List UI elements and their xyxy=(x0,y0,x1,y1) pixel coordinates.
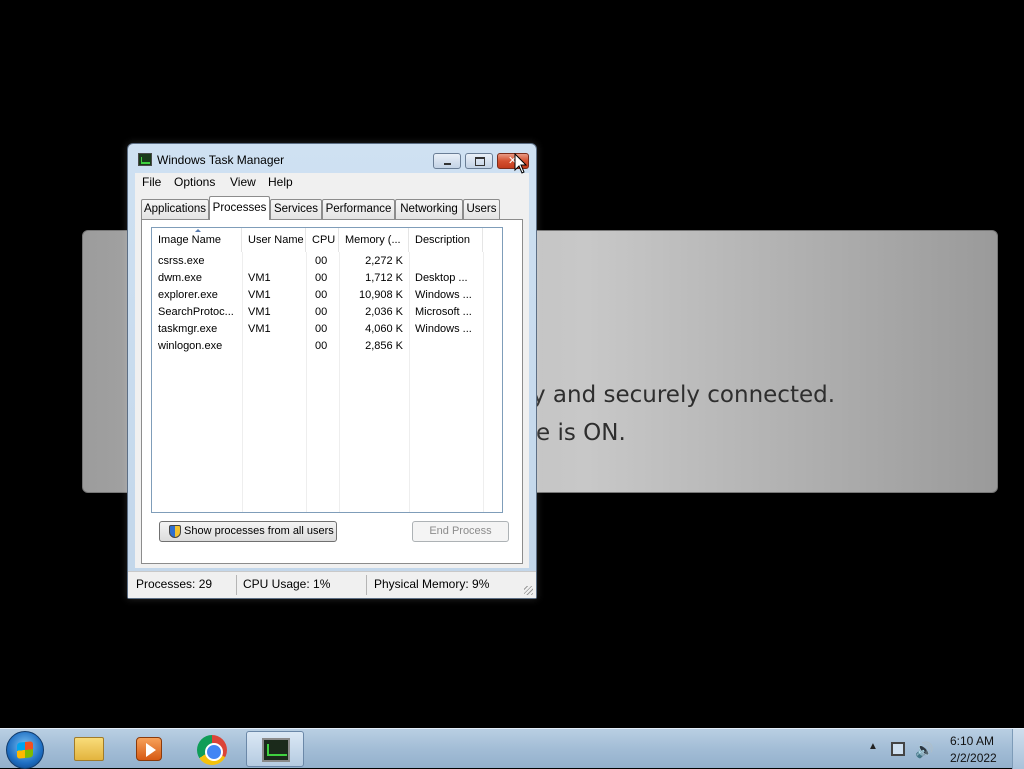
clock-time[interactable]: 6:10 AM xyxy=(950,734,994,748)
process-row[interactable]: explorer.exe VM1 00 10,908 K Windows ... xyxy=(152,287,502,304)
column-description[interactable]: Description xyxy=(409,228,483,252)
start-button[interactable] xyxy=(6,731,44,769)
menu-file[interactable]: File xyxy=(142,175,161,189)
taskbar-media-player[interactable] xyxy=(120,731,178,767)
cell-user-name: VM1 xyxy=(248,289,271,301)
status-cpu-usage: CPU Usage: 1% xyxy=(243,577,331,591)
cell-image-name: explorer.exe xyxy=(158,289,218,301)
sort-ascending-icon xyxy=(195,229,201,232)
process-row[interactable]: csrss.exe 00 2,272 K xyxy=(152,253,502,270)
cell-user-name: VM1 xyxy=(248,323,271,335)
column-user-name[interactable]: User Name xyxy=(242,228,306,252)
cell-user-name: VM1 xyxy=(248,272,271,284)
mouse-cursor-icon xyxy=(514,153,528,174)
column-cpu[interactable]: CPU xyxy=(306,228,339,252)
cell-cpu: 00 xyxy=(315,255,328,267)
menu-help[interactable]: Help xyxy=(268,175,293,189)
cell-cpu: 00 xyxy=(315,272,328,284)
cell-description: Microsoft ... xyxy=(415,306,472,318)
cell-cpu: 00 xyxy=(315,323,328,335)
network-icon[interactable] xyxy=(891,742,905,756)
cell-cpu: 00 xyxy=(315,289,328,301)
show-all-users-label: Show processes from all users xyxy=(184,525,334,537)
uac-shield-icon xyxy=(169,525,181,538)
process-row[interactable]: SearchProtoc... VM1 00 2,036 K Microsoft… xyxy=(152,304,502,321)
menu-options[interactable]: Options xyxy=(174,175,215,189)
title-bar[interactable]: Windows Task Manager xyxy=(128,144,536,174)
status-processes: Processes: 29 xyxy=(136,577,213,591)
column-image-name-label: Image Name xyxy=(158,234,221,246)
process-list[interactable]: Image Name User Name CPU Memory (... Des… xyxy=(151,227,503,513)
task-manager-window[interactable]: Windows Task Manager File Options View H… xyxy=(127,143,537,599)
task-manager-icon xyxy=(138,153,152,166)
tab-services[interactable]: Services xyxy=(270,199,322,219)
show-hidden-icons-icon[interactable]: ▲ xyxy=(868,741,878,752)
cell-user-name: VM1 xyxy=(248,306,271,318)
maximize-button[interactable] xyxy=(465,153,493,169)
menu-view[interactable]: View xyxy=(230,175,256,189)
client-area: Applications Processes Services Performa… xyxy=(135,193,529,568)
status-divider xyxy=(366,575,367,595)
menu-bar: File Options View Help xyxy=(135,173,529,193)
process-row[interactable]: winlogon.exe 00 2,856 K xyxy=(152,338,502,355)
taskbar-task-manager[interactable] xyxy=(246,731,304,767)
column-memory[interactable]: Memory (... xyxy=(339,228,409,252)
cell-description: Desktop ... xyxy=(415,272,468,284)
column-image-name[interactable]: Image Name xyxy=(152,228,242,252)
tab-performance[interactable]: Performance xyxy=(322,199,395,219)
volume-icon[interactable]: 🔊 xyxy=(915,741,934,759)
chrome-icon xyxy=(197,735,227,765)
media-player-icon xyxy=(136,737,162,761)
cell-memory: 2,856 K xyxy=(365,340,403,352)
folder-icon xyxy=(74,737,104,761)
cell-cpu: 00 xyxy=(315,340,328,352)
minimize-button[interactable] xyxy=(433,153,461,169)
taskbar-windows-explorer[interactable] xyxy=(60,731,118,767)
status-divider xyxy=(236,575,237,595)
cell-image-name: SearchProtoc... xyxy=(158,306,234,318)
window-title: Windows Task Manager xyxy=(157,153,285,167)
taskbar-google-chrome[interactable] xyxy=(183,731,241,767)
show-desktop-button[interactable] xyxy=(1012,729,1024,769)
status-physical-memory: Physical Memory: 9% xyxy=(374,577,490,591)
end-process-button[interactable]: End Process xyxy=(412,521,509,542)
cell-image-name: dwm.exe xyxy=(158,272,203,284)
cell-memory: 2,036 K xyxy=(365,306,403,318)
cell-memory: 2,272 K xyxy=(365,255,403,267)
tab-applications[interactable]: Applications xyxy=(141,199,209,219)
cell-memory: 4,060 K xyxy=(365,323,403,335)
cell-memory: 1,712 K xyxy=(365,272,403,284)
banner-text-line-2: e is ON. xyxy=(536,420,626,446)
banner-text-line-1: y and securely connected. xyxy=(532,382,836,408)
tab-networking[interactable]: Networking xyxy=(395,199,463,219)
cell-image-name: winlogon.exe xyxy=(158,340,223,352)
cell-image-name: csrss.exe xyxy=(158,255,205,267)
cell-memory: 10,908 K xyxy=(358,289,403,301)
clock-date[interactable]: 2/2/2022 xyxy=(950,751,997,765)
taskbar: ▲ 🔊 6:10 AM 2/2/2022 xyxy=(0,728,1024,769)
process-row[interactable]: dwm.exe VM1 00 1,712 K Desktop ... xyxy=(152,270,502,287)
status-bar: Processes: 29 CPU Usage: 1% Physical Mem… xyxy=(128,571,536,598)
resize-grip[interactable] xyxy=(524,586,533,595)
cell-description: Windows ... xyxy=(415,289,472,301)
cell-description: Windows ... xyxy=(415,323,472,335)
tab-users[interactable]: Users xyxy=(463,199,500,219)
show-all-users-button[interactable]: Show processes from all users xyxy=(159,521,337,542)
tab-processes[interactable]: Processes xyxy=(209,196,270,220)
process-row[interactable]: taskmgr.exe VM1 00 4,060 K Windows ... xyxy=(152,321,502,338)
cell-image-name: taskmgr.exe xyxy=(158,323,218,335)
cell-cpu: 00 xyxy=(315,306,328,318)
task-manager-icon xyxy=(262,738,290,762)
